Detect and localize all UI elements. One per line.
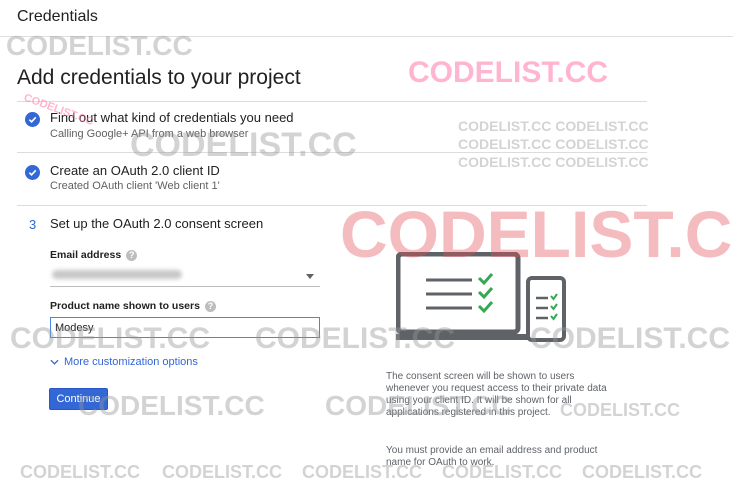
step-1-title[interactable]: Find out what kind of credentials you ne… (50, 110, 294, 125)
divider (17, 205, 647, 206)
app-header: Credentials (0, 0, 733, 37)
check-circle-icon (25, 165, 40, 180)
chevron-down-icon (50, 359, 59, 365)
email-label-text: Email address (50, 249, 122, 261)
email-select[interactable] (50, 266, 320, 287)
consent-screen-illustration (396, 252, 566, 342)
watermark: CODELIST.CC (408, 56, 609, 89)
step-1-subtitle: Calling Google+ API from a web browser (50, 128, 249, 140)
email-label: Email address ? (50, 249, 138, 261)
page-title: Add credentials to your project (17, 66, 301, 89)
product-name-label-text: Product name shown to users (50, 300, 200, 312)
watermark: CODELIST.CC CODELIST.CC (458, 118, 649, 134)
watermark: CODELIST.CC CODELIST.CC (458, 154, 649, 170)
step-3-title: Set up the OAuth 2.0 consent screen (50, 216, 264, 231)
divider (17, 152, 647, 153)
step-2-subtitle: Created OAuth client 'Web client 1' (50, 180, 220, 192)
caret-down-icon (306, 274, 314, 279)
watermark: CODELIST.CC (20, 462, 141, 482)
step-3-number: 3 (29, 217, 37, 232)
help-icon[interactable]: ? (126, 249, 138, 261)
product-name-input[interactable] (50, 317, 320, 338)
more-options-label: More customization options (64, 356, 198, 368)
laptop-icon (396, 252, 530, 340)
step-2-title[interactable]: Create an OAuth 2.0 client ID (50, 163, 220, 178)
watermark: CODELIST.CC (162, 462, 283, 482)
divider (17, 101, 647, 102)
watermark: CODELIST.CC CODELIST.CC (458, 136, 649, 152)
more-customization-options-link[interactable]: More customization options (50, 356, 198, 368)
check-circle-icon (25, 112, 40, 127)
consent-requirement-paragraph: You must provide an email address and pr… (386, 445, 598, 468)
redacted-email-value (52, 270, 182, 279)
continue-button[interactable]: Continue (49, 388, 108, 410)
consent-info-paragraph: The consent screen will be shown to user… (386, 371, 607, 418)
phone-icon (526, 276, 566, 342)
help-icon[interactable]: ? (204, 300, 216, 312)
header-title: Credentials (17, 8, 98, 25)
product-name-label: Product name shown to users ? (50, 300, 216, 312)
